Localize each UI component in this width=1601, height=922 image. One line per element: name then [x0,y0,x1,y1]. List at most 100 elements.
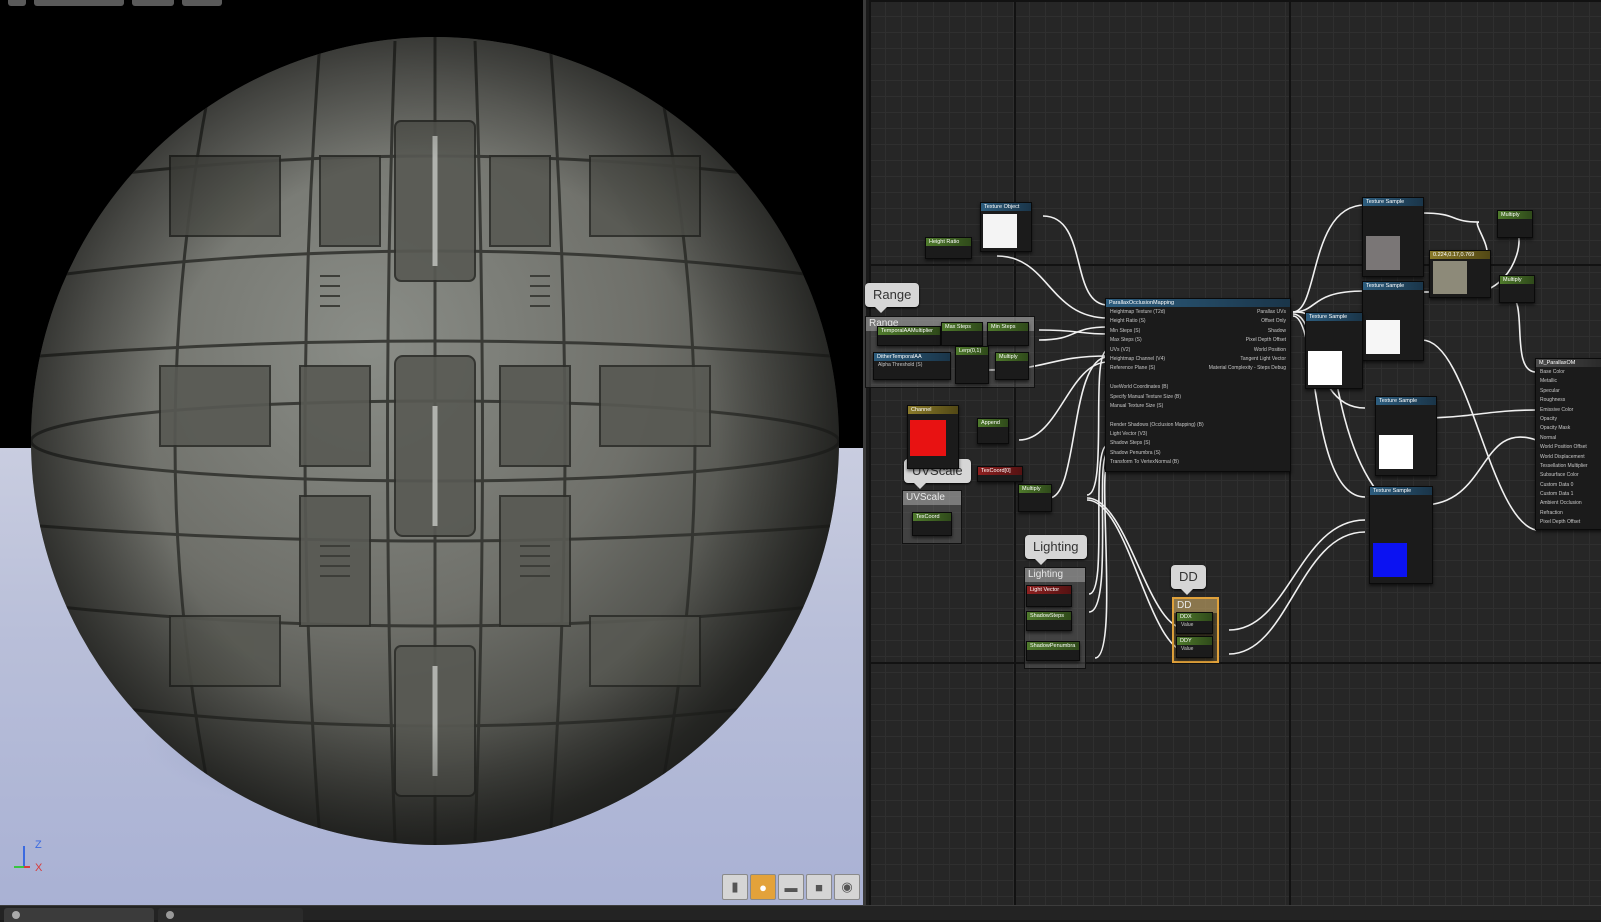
pom-input-pin[interactable]: Shadow Penumbra (S) [1106,449,1216,458]
sphere-icon[interactable]: ● [750,874,776,900]
pom-input-pin[interactable]: Specify Manual Texture Size (B) [1106,393,1216,402]
result-input-pin[interactable]: Subsurface Color [1536,471,1601,480]
color-swatch [1433,261,1467,294]
result-input-pin[interactable]: Custom Data 0 [1536,481,1601,490]
node-title: DDX [1177,613,1212,621]
dd-comment-title: DD [1174,599,1217,613]
multiply-node[interactable]: Multiply [1018,484,1052,512]
ddx-node[interactable]: DDX Value [1176,612,1213,634]
ddy-node[interactable]: DDY Value [1176,636,1213,658]
pin-label: Alpha Threshold (S) [878,362,923,368]
viewport-menu-button[interactable] [8,0,26,6]
pom-input-pin[interactable]: Light Vector (V3) [1106,430,1216,439]
pom-input-pin[interactable]: Transform To VertexNormal (B) [1106,458,1216,467]
shadow-steps-node[interactable]: ShadowSteps [1026,611,1072,631]
height-ratio-node[interactable]: Height Ratio [925,237,972,259]
pom-output-pin[interactable]: Offset Only [1195,317,1290,326]
pom-input-pin[interactable] [1106,411,1216,420]
pom-output-pin[interactable]: Tangent Light Vector [1195,355,1290,364]
material-result-node[interactable]: M_ParallaxOM Base Color Metallic Specular R… [1535,358,1601,530]
max-steps-node[interactable]: Max Steps [941,322,983,346]
node-title: Height Ratio [926,238,971,246]
node-title: Multiply [1019,485,1051,493]
multiply-node[interactable]: Multiply [1497,210,1533,238]
result-input-pin[interactable]: Custom Data 1 [1536,490,1601,499]
result-input-pin[interactable]: Emissive Color [1536,406,1601,415]
pom-input-pin[interactable] [1106,374,1216,383]
result-input-pin[interactable]: Opacity Mask [1536,424,1601,433]
dither-temporal-aa-node[interactable]: DitherTemporalAA Alpha Threshold (S) [873,352,951,380]
result-input-pin[interactable]: Roughness [1536,396,1601,405]
node-title: 0.224,0.17,0.769 [1430,251,1490,259]
texcoord-node[interactable]: TexCoord[0] [977,466,1023,482]
texture-sample-node[interactable]: Texture Sample [1362,197,1424,277]
result-input-pin[interactable]: Base Color [1536,368,1601,377]
shadow-penumbra-node[interactable]: ShadowPenumbra [1026,641,1080,661]
pin-label: Value [1181,646,1194,652]
pom-input-pin[interactable]: UseWorld Coordinates (B) [1106,383,1216,392]
pom-output-pin[interactable]: Parallax UVs [1195,308,1290,317]
texture-sample-node[interactable]: Texture Sample [1305,312,1363,389]
result-input-pin[interactable]: Pixel Depth Offset [1536,518,1601,527]
lighting-comment-bubble[interactable]: Lighting [1025,535,1087,565]
texture-object-node[interactable]: Texture Object [980,202,1032,252]
result-input-pin[interactable]: Refraction [1536,509,1601,518]
dd-comment-bubble[interactable]: DD [1171,565,1206,595]
texture-sample-node[interactable]: Texture Sample [1362,281,1424,361]
cylinder-icon[interactable]: ▮ [722,874,748,900]
pin-label: Value [1181,622,1194,628]
append-node[interactable]: Append [977,418,1009,444]
plane-icon[interactable]: ▬ [778,874,804,900]
texture-sample-node[interactable]: Texture Sample [1375,396,1437,476]
min-steps-node[interactable]: Min Steps [987,322,1029,346]
pom-input-pin[interactable]: Render Shadows (Occlusion Mapping) (B) [1106,421,1216,430]
channel-node[interactable]: Channel [907,405,959,469]
pom-input-pin[interactable]: Shadow Steps (S) [1106,439,1216,448]
result-input-pin[interactable]: Specular [1536,387,1601,396]
teapot-icon[interactable]: ◉ [834,874,860,900]
result-input-pin[interactable]: Metallic [1536,377,1601,386]
result-input-pin[interactable]: World Position Offset [1536,443,1601,452]
node-title: TemporalAAMultiplier [878,327,940,335]
tab-preview-scene-settings[interactable] [158,908,303,922]
node-title: ShadowPenumbra [1027,642,1079,650]
result-input-pin[interactable]: Opacity [1536,415,1601,424]
texcoord-node[interactable]: TexCoord [912,512,952,536]
texture-thumbnail [983,214,1017,248]
texture-thumbnail [1373,543,1407,577]
viewport-view-mode-button[interactable] [34,0,124,6]
lerp-node[interactable]: Lerp(0,1) [955,346,989,384]
viewport-show-button[interactable] [132,0,174,6]
axis-x-label: X [35,862,43,874]
constant-color-node[interactable]: 0.224,0.17,0.769 [1429,250,1491,298]
viewport-top-toolbar [0,0,260,6]
axis-z-label: Z [35,839,42,851]
node-title: Min Steps [988,323,1028,331]
result-input-pin[interactable]: World Displacement [1536,453,1601,462]
pom-output-pin[interactable]: Pixel Depth Offset [1195,336,1290,345]
multiply-node[interactable]: Multiply [1499,275,1535,303]
range-comment-bubble[interactable]: Range [865,283,920,313]
cube-icon[interactable]: ■ [806,874,832,900]
texture-sample-node[interactable]: Texture Sample [1369,486,1433,584]
node-title: DDY [1177,637,1212,645]
material-graph-canvas[interactable]: Range Range UVScale UVScale Lighting Lig… [865,0,1601,905]
result-input-pin[interactable]: Ambient Occlusion [1536,499,1601,508]
result-input-pin[interactable]: Tessellation Multiplier [1536,462,1601,471]
light-vector-node[interactable]: Light Vector [1026,585,1072,607]
color-swatch [910,420,946,456]
pom-output-pin[interactable]: Material Complexity - Steps Debug [1195,364,1290,373]
tab-details[interactable] [4,908,154,922]
node-title: Max Steps [942,323,982,331]
material-preview-viewport[interactable]: Z X ▮ ● ▬ ■ ◉ [0,0,866,905]
parallax-occlusion-mapping-node[interactable]: ParallaxOcclusionMapping Heightmap Textu… [1105,298,1291,472]
node-title: Texture Sample [1370,487,1432,495]
pom-output-pin[interactable]: World Position [1195,346,1290,355]
multiply-node[interactable]: Multiply [995,352,1029,380]
pom-output-pin[interactable]: Shadow [1195,327,1290,336]
pom-input-pin[interactable]: Manual Texture Size (S) [1106,402,1216,411]
lighting-comment-title: Lighting [1025,568,1085,582]
result-input-pin[interactable]: Normal [1536,434,1601,443]
temporal-aa-node[interactable]: TemporalAAMultiplier [877,326,941,346]
viewport-lit-button[interactable] [182,0,222,6]
